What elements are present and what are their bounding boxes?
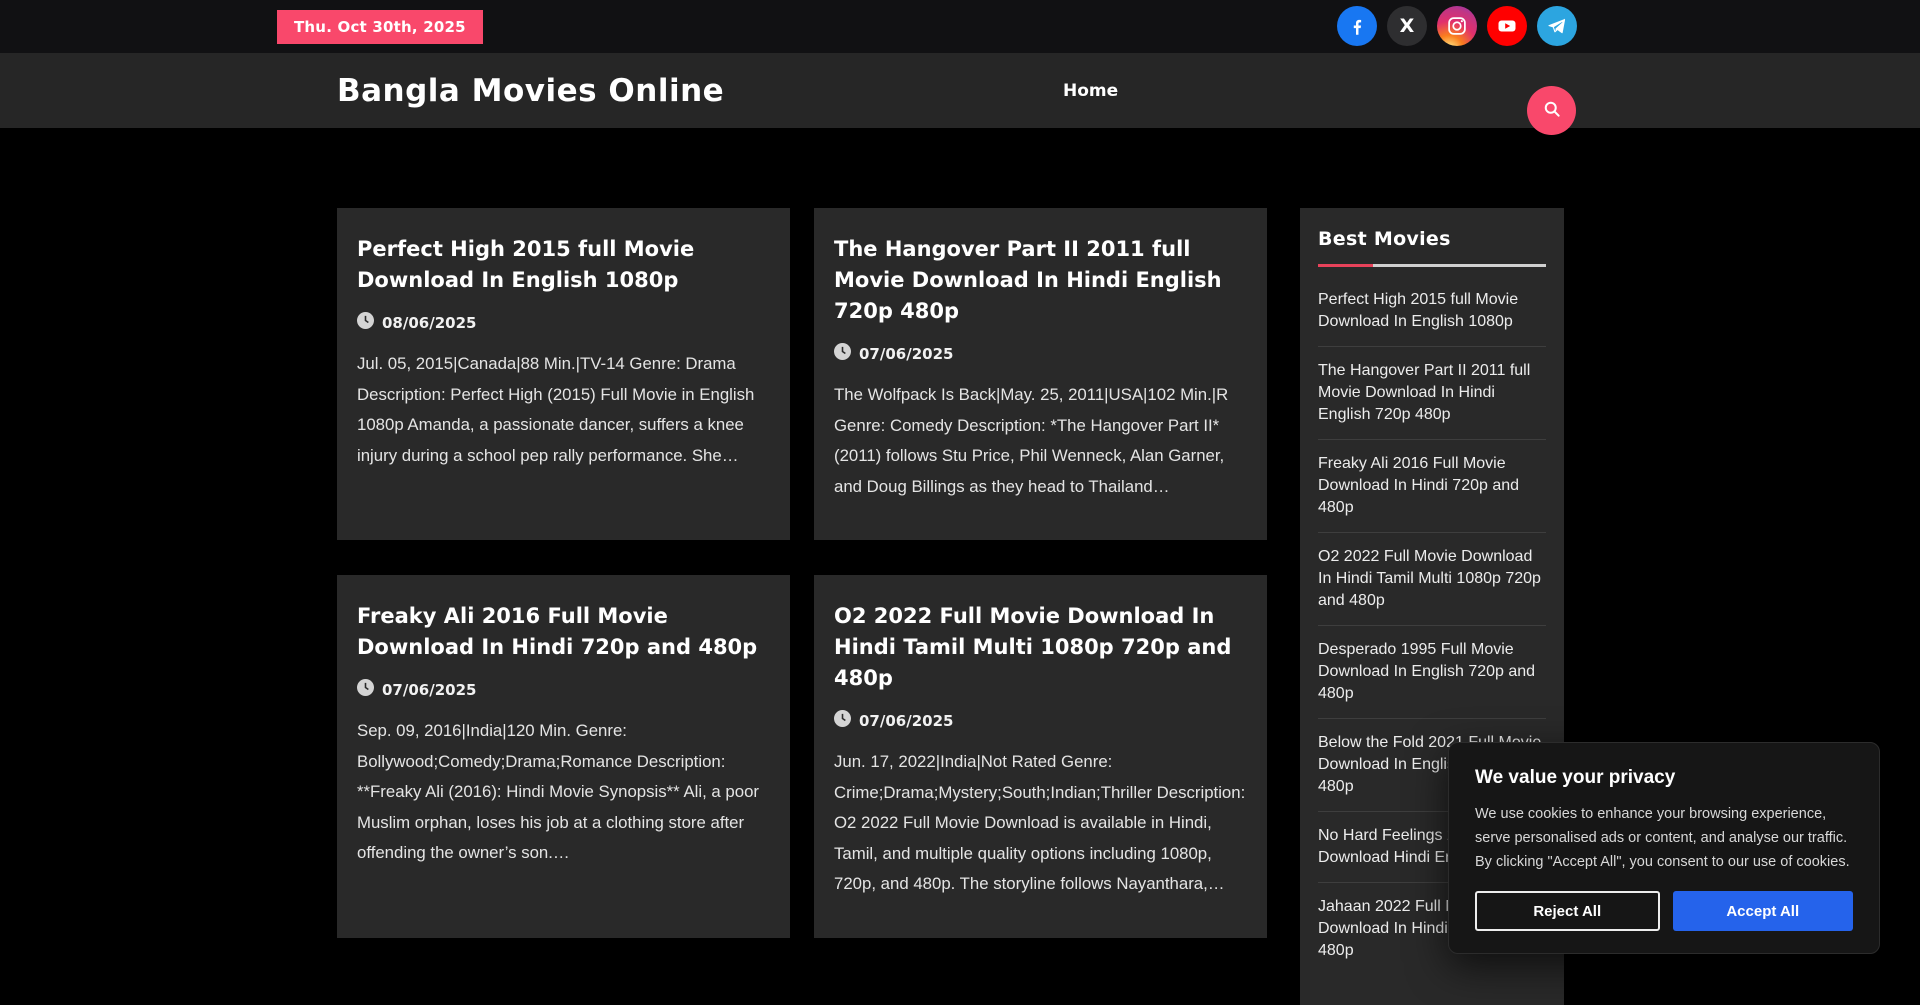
- cookie-title: We value your privacy: [1475, 767, 1853, 789]
- youtube-link[interactable]: [1487, 6, 1527, 46]
- social-links: X: [1337, 6, 1577, 46]
- telegram-link[interactable]: [1537, 6, 1577, 46]
- date-badge: Thu. Oct 30th, 2025: [277, 10, 483, 44]
- list-item: The Hangover Part II 2011 full Movie Dow…: [1318, 347, 1546, 440]
- articles-grid: Perfect High 2015 full Movie Download In…: [337, 208, 1267, 938]
- telegram-icon: [1546, 15, 1568, 37]
- article-title: Freaky Ali 2016 Full Movie Download In H…: [357, 601, 770, 663]
- list-item: Desperado 1995 Full Movie Download In En…: [1318, 626, 1546, 719]
- best-movie-link[interactable]: O2 2022 Full Movie Download In Hindi Tam…: [1318, 546, 1546, 612]
- article-date: 08/06/2025: [382, 314, 476, 332]
- article-date: 07/06/2025: [382, 681, 476, 699]
- list-item: O2 2022 Full Movie Download In Hindi Tam…: [1318, 533, 1546, 626]
- instagram-link[interactable]: [1437, 6, 1477, 46]
- best-movie-link[interactable]: Freaky Ali 2016 Full Movie Download In H…: [1318, 453, 1546, 519]
- list-item: Perfect High 2015 full Movie Download In…: [1318, 287, 1546, 347]
- article-excerpt: Jun. 17, 2022|India|Not Rated Genre: Cri…: [834, 747, 1247, 900]
- article-excerpt: Jul. 05, 2015|Canada|88 Min.|TV-14 Genre…: [357, 349, 770, 471]
- clock-icon: [834, 343, 851, 364]
- main-content: Perfect High 2015 full Movie Download In…: [337, 208, 1580, 1005]
- article-card: Perfect High 2015 full Movie Download In…: [337, 208, 790, 540]
- article-title-link[interactable]: Perfect High 2015 full Movie Download In…: [357, 237, 694, 292]
- article-meta: 07/06/2025: [357, 679, 770, 700]
- cookie-body-text: We use cookies to enhance your browsing …: [1475, 802, 1853, 874]
- x-link[interactable]: X: [1387, 6, 1427, 46]
- article-excerpt: The Wolfpack Is Back|May. 25, 2011|USA|1…: [834, 380, 1247, 502]
- article-date: 07/06/2025: [859, 712, 953, 730]
- cookie-consent-dialog: We value your privacy We use cookies to …: [1448, 742, 1880, 954]
- list-item: Freaky Ali 2016 Full Movie Download In H…: [1318, 440, 1546, 533]
- article-title: O2 2022 Full Movie Download In Hindi Tam…: [834, 601, 1247, 694]
- best-movie-link[interactable]: Perfect High 2015 full Movie Download In…: [1318, 289, 1546, 333]
- article-title: The Hangover Part II 2011 full Movie Dow…: [834, 234, 1247, 327]
- article-title-link[interactable]: O2 2022 Full Movie Download In Hindi Tam…: [834, 604, 1231, 690]
- instagram-icon: [1446, 15, 1468, 37]
- best-movie-link[interactable]: The Hangover Part II 2011 full Movie Dow…: [1318, 360, 1546, 426]
- best-movies-heading: Best Movies: [1318, 228, 1546, 250]
- clock-icon: [834, 710, 851, 731]
- clock-icon: [357, 679, 374, 700]
- site-title[interactable]: Bangla Movies Online: [337, 73, 724, 109]
- article-card: O2 2022 Full Movie Download In Hindi Tam…: [814, 575, 1267, 938]
- cookie-buttons: Reject All Accept All: [1475, 891, 1853, 931]
- search-icon: [1542, 99, 1562, 122]
- article-card: The Hangover Part II 2011 full Movie Dow…: [814, 208, 1267, 540]
- article-meta: 07/06/2025: [834, 710, 1247, 731]
- article-title-link[interactable]: Freaky Ali 2016 Full Movie Download In H…: [357, 604, 757, 659]
- clock-icon: [357, 312, 374, 333]
- site-header: Bangla Movies Online Home: [0, 53, 1920, 128]
- article-card: Freaky Ali 2016 Full Movie Download In H…: [337, 575, 790, 938]
- youtube-icon: [1495, 14, 1519, 38]
- article-excerpt: Sep. 09, 2016|India|120 Min. Genre: Boll…: [357, 716, 770, 869]
- article-title: Perfect High 2015 full Movie Download In…: [357, 234, 770, 296]
- article-title-link[interactable]: The Hangover Part II 2011 full Movie Dow…: [834, 237, 1222, 323]
- article-date: 07/06/2025: [859, 345, 953, 363]
- best-movie-link[interactable]: Desperado 1995 Full Movie Download In En…: [1318, 639, 1546, 705]
- facebook-link[interactable]: [1337, 6, 1377, 46]
- search-button[interactable]: [1527, 86, 1576, 135]
- x-icon: X: [1400, 15, 1415, 37]
- heading-underline: [1318, 264, 1546, 267]
- article-meta: 08/06/2025: [357, 312, 770, 333]
- reject-all-button[interactable]: Reject All: [1475, 891, 1660, 931]
- topbar: Thu. Oct 30th, 2025 X: [0, 0, 1920, 53]
- facebook-icon: [1346, 15, 1368, 37]
- article-meta: 07/06/2025: [834, 343, 1247, 364]
- accept-all-button[interactable]: Accept All: [1673, 891, 1854, 931]
- nav-home[interactable]: Home: [1063, 81, 1118, 101]
